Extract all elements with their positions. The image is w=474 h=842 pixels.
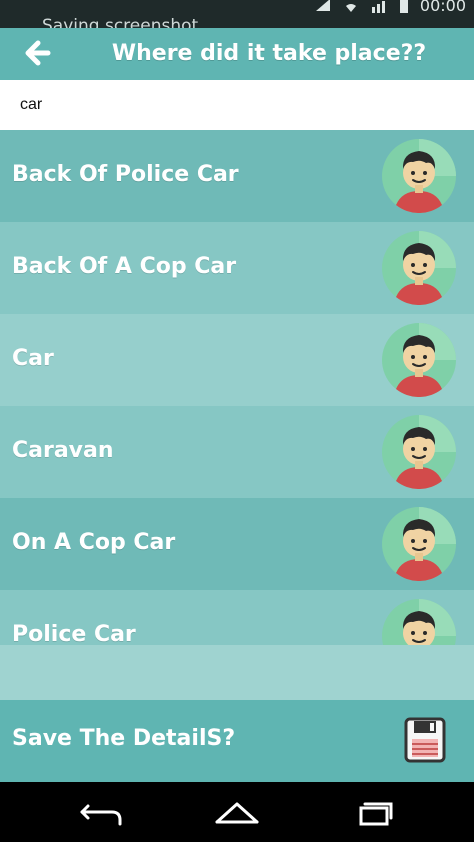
back-button[interactable] — [20, 35, 56, 71]
nav-recents-button[interactable] — [345, 797, 405, 827]
wifi-icon — [345, 3, 356, 12]
nav-home-button[interactable] — [207, 797, 267, 827]
nav-back-button[interactable] — [70, 797, 130, 827]
signal-icon — [315, 0, 330, 11]
man-avatar-icon — [382, 323, 456, 397]
search-row — [0, 80, 474, 130]
list-item-label: Car — [12, 346, 54, 371]
search-input[interactable] — [12, 88, 468, 122]
list-item[interactable]: Back Of A Cop Car — [0, 222, 474, 315]
list-item[interactable]: Back Of Police Car — [0, 130, 474, 223]
status-bar: Saving screenshot... 00:00 — [0, 0, 474, 36]
man-avatar-icon — [382, 139, 456, 213]
man-avatar-icon — [382, 231, 456, 305]
places-list: Back Of Police Car Back Of A Cop Car Car — [0, 130, 474, 700]
battery-icon — [399, 0, 408, 13]
list-cutoff-overlay — [0, 645, 474, 700]
list-item-label: On A Cop Car — [12, 530, 176, 555]
list-item-label: Caravan — [12, 438, 114, 463]
app-header: Where did it take place?? — [0, 28, 474, 80]
list-item-label: Back Of A Cop Car — [12, 254, 237, 279]
list-item[interactable]: On A Cop Car — [0, 498, 474, 591]
floppy-disk-icon[interactable] — [404, 717, 446, 763]
nav-recents-icon — [359, 802, 393, 826]
list-item[interactable]: Car — [0, 314, 474, 407]
arrow-left-icon — [25, 40, 51, 66]
list-item-label: Back Of Police Car — [12, 162, 239, 187]
android-nav-bar — [0, 782, 474, 842]
status-time: 00:00 — [419, 0, 466, 15]
man-avatar-icon — [382, 415, 456, 489]
nav-home-icon — [215, 802, 259, 824]
save-details-label: Save The DetailS? — [12, 726, 236, 751]
list-item[interactable]: Caravan — [0, 406, 474, 499]
nav-back-icon — [80, 804, 122, 826]
man-avatar-icon — [382, 507, 456, 581]
page-title: Where did it take place?? — [111, 41, 427, 66]
save-footer[interactable]: Save The DetailS? — [0, 700, 474, 782]
status-icons: 00:00 — [314, 0, 466, 15]
data-icon — [371, 0, 385, 13]
